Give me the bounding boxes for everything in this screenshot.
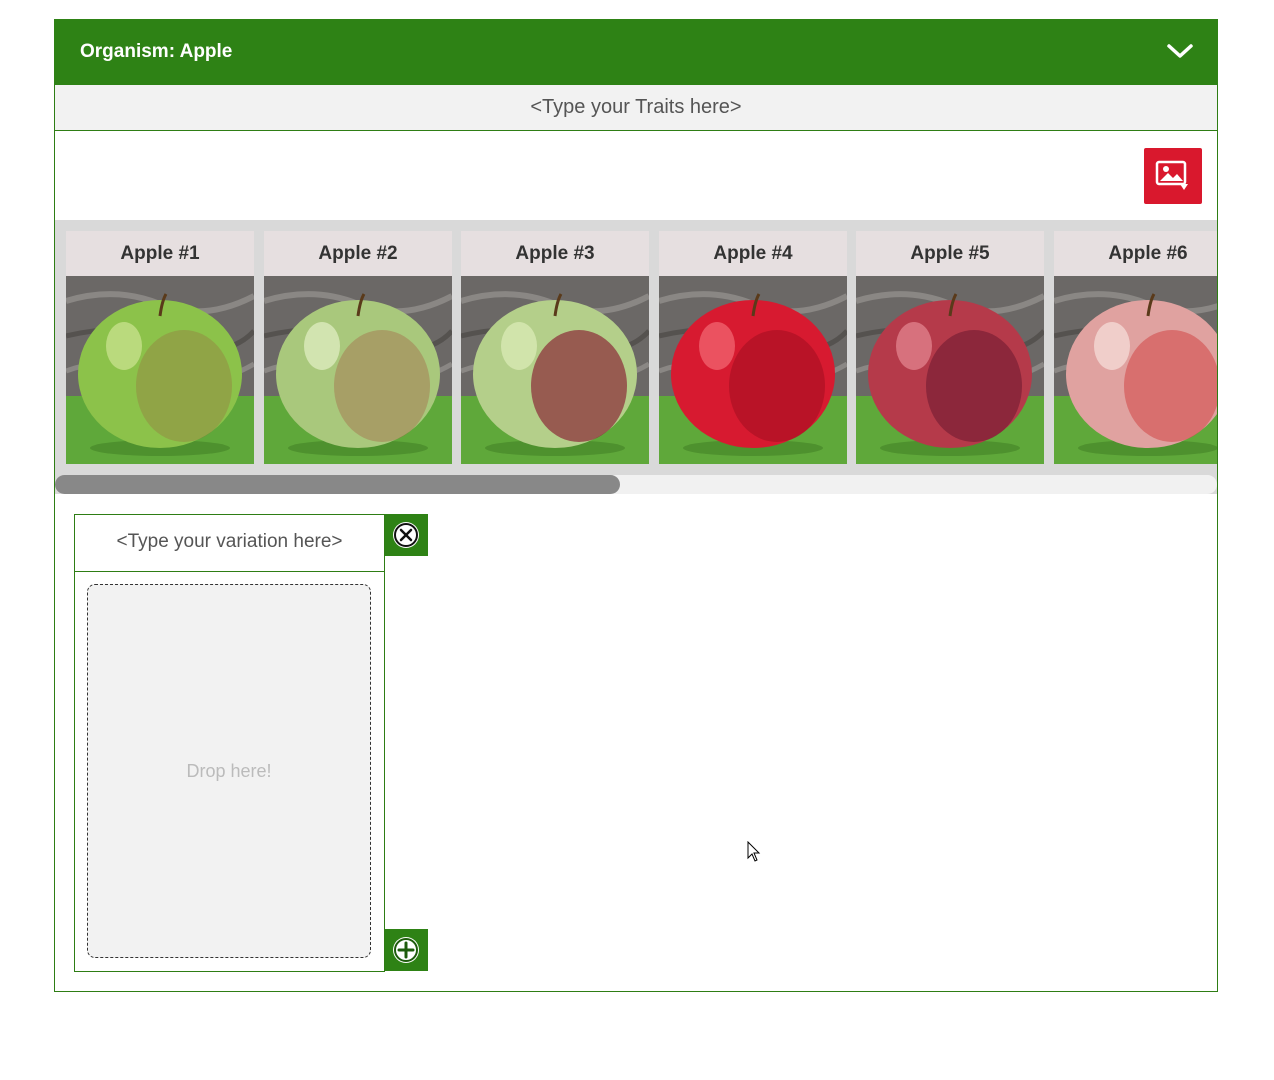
- drop-zone[interactable]: Drop here!: [87, 584, 371, 958]
- apple-image[interactable]: [66, 276, 254, 464]
- gallery-card[interactable]: Apple #4: [659, 231, 847, 464]
- chevron-down-icon[interactable]: [1166, 39, 1194, 63]
- gallery-card-label: Apple #3: [461, 231, 649, 276]
- apple-image[interactable]: [856, 276, 1044, 464]
- gallery-card-label: Apple #4: [659, 231, 847, 276]
- apple-image[interactable]: [1054, 276, 1217, 464]
- gallery-card-label: Apple #2: [264, 231, 452, 276]
- image-download-button[interactable]: [1144, 148, 1202, 204]
- traits-input[interactable]: <Type your Traits here>: [55, 85, 1217, 131]
- image-download-icon: [1155, 160, 1188, 190]
- mouse-cursor-icon: [747, 841, 761, 862]
- apple-image[interactable]: [659, 276, 847, 464]
- gallery-card[interactable]: Apple #6: [1054, 231, 1217, 464]
- gallery-card[interactable]: Apple #1: [66, 231, 254, 464]
- drop-zone-label: Drop here!: [186, 761, 272, 781]
- organism-title: Organism: Apple: [80, 41, 233, 62]
- image-gallery[interactable]: Apple #1 Apple #2 Apple #3 Apple #4 Apple #5…: [55, 220, 1217, 494]
- gallery-card[interactable]: Apple #3: [461, 231, 649, 464]
- plus-circle-icon: [393, 937, 419, 963]
- close-circle-icon: [393, 522, 419, 548]
- gallery-scrollbar-thumb[interactable]: [55, 475, 620, 494]
- organism-header[interactable]: Organism: Apple: [54, 19, 1218, 85]
- organism-panel: Organism: Apple <Type your Traits here> …: [54, 19, 1218, 992]
- add-variation-button[interactable]: [385, 929, 428, 971]
- remove-variation-button[interactable]: [385, 514, 428, 556]
- gallery-card-label: Apple #5: [856, 231, 1044, 276]
- variation-input[interactable]: <Type your variation here>: [75, 515, 384, 572]
- apple-image[interactable]: [264, 276, 452, 464]
- gallery-card[interactable]: Apple #2: [264, 231, 452, 464]
- gallery-card-label: Apple #6: [1054, 231, 1217, 276]
- gallery-card-label: Apple #1: [66, 231, 254, 276]
- apple-image[interactable]: [461, 276, 649, 464]
- variation-box: <Type your variation here> Drop here!: [74, 514, 385, 972]
- gallery-card[interactable]: Apple #5: [856, 231, 1044, 464]
